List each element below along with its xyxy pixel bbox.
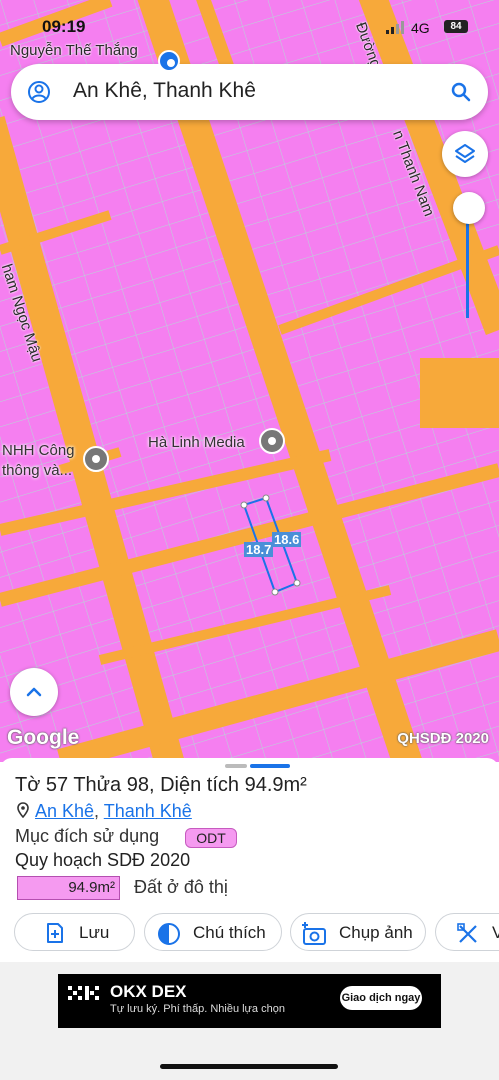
ward-link[interactable]: An Khê (35, 801, 94, 821)
photo-label: Chụp ảnh (339, 923, 413, 942)
measure-label: V (492, 923, 499, 942)
legend-button[interactable]: Chú thích (144, 913, 282, 951)
purpose-code-badge: ODT (185, 828, 237, 848)
expand-sheet-button[interactable] (10, 668, 58, 716)
parcel-title: Tờ 57 Thửa 98, Diện tích 94.9m² (15, 774, 307, 796)
search-query[interactable]: An Khê, Thanh Khê (73, 79, 256, 103)
save-button[interactable]: Lưu (14, 913, 135, 951)
opacity-slider-knob[interactable] (453, 192, 485, 224)
ad-cta-button[interactable]: Giao dịch ngay (340, 986, 422, 1010)
side-length-label: 18.6 (272, 532, 302, 547)
okx-logo-icon (68, 986, 99, 1000)
camera-add-icon (302, 922, 326, 945)
map-view[interactable]: Nguyễn Thế Thắng Đường n Thanh Nam ham N… (0, 0, 499, 762)
purpose-label: Mục đích sử dụng (15, 826, 160, 846)
sheet-handle[interactable] (225, 764, 247, 768)
place-pin-icon[interactable] (259, 428, 285, 454)
poi-label[interactable]: thông và... (2, 462, 72, 479)
side-length-label: 18.7 (244, 542, 274, 557)
place-pin-icon[interactable] (158, 50, 180, 72)
search-bar[interactable]: An Khê, Thanh Khê (11, 64, 488, 120)
account-icon[interactable] (27, 80, 51, 104)
network-type: 4G (411, 20, 430, 36)
ad-brand: OKX DEX (110, 982, 187, 1001)
battery-level: 84 (444, 20, 468, 33)
poi-label[interactable]: Hà Linh Media (148, 434, 245, 451)
ad-banner[interactable]: OKX DEX Tự lưu ký. Phí thấp. Nhiều lựa c… (58, 974, 441, 1028)
plan-title: Quy hoạch SDĐ 2020 (15, 850, 191, 870)
poi-label[interactable]: NHH Công (2, 442, 75, 459)
district-link[interactable]: Thanh Khê (104, 801, 192, 821)
google-logo: Google (7, 726, 80, 749)
signal-icon (386, 21, 404, 34)
status-time: 09:19 (42, 17, 86, 36)
legend-label: Chú thích (193, 923, 266, 942)
place-pin-icon[interactable] (83, 446, 109, 472)
location-separator: , (94, 801, 100, 821)
measure-icon (457, 923, 477, 943)
sheet-handle-active[interactable] (250, 764, 290, 768)
save-label: Lưu (79, 923, 110, 942)
opacity-slider-track[interactable] (466, 208, 469, 318)
add-note-icon (47, 923, 63, 943)
photo-button[interactable]: Chụp ảnh (290, 913, 426, 951)
contrast-icon (158, 923, 180, 945)
plan-area-swatch: 94.9m² (17, 876, 120, 900)
street-label: Nguyễn Thế Thắng (10, 42, 138, 59)
orange-block (420, 358, 499, 428)
layers-button[interactable] (442, 131, 488, 177)
plan-area-description: Đất ở đô thị (134, 877, 228, 897)
layer-name: QHSDĐ 2020 (397, 730, 489, 747)
parcel-location: An Khê, Thanh Khê (17, 801, 192, 822)
chevron-up-icon (26, 687, 42, 697)
home-indicator[interactable] (160, 1064, 338, 1069)
measure-button[interactable]: V (435, 913, 499, 951)
status-bar: 09:19 4G 84 (0, 14, 499, 42)
search-icon[interactable] (449, 80, 473, 104)
ad-tagline: Tự lưu ký. Phí thấp. Nhiều lựa chọn (110, 1003, 285, 1015)
location-pin-icon (17, 802, 29, 819)
layers-icon (455, 144, 475, 163)
